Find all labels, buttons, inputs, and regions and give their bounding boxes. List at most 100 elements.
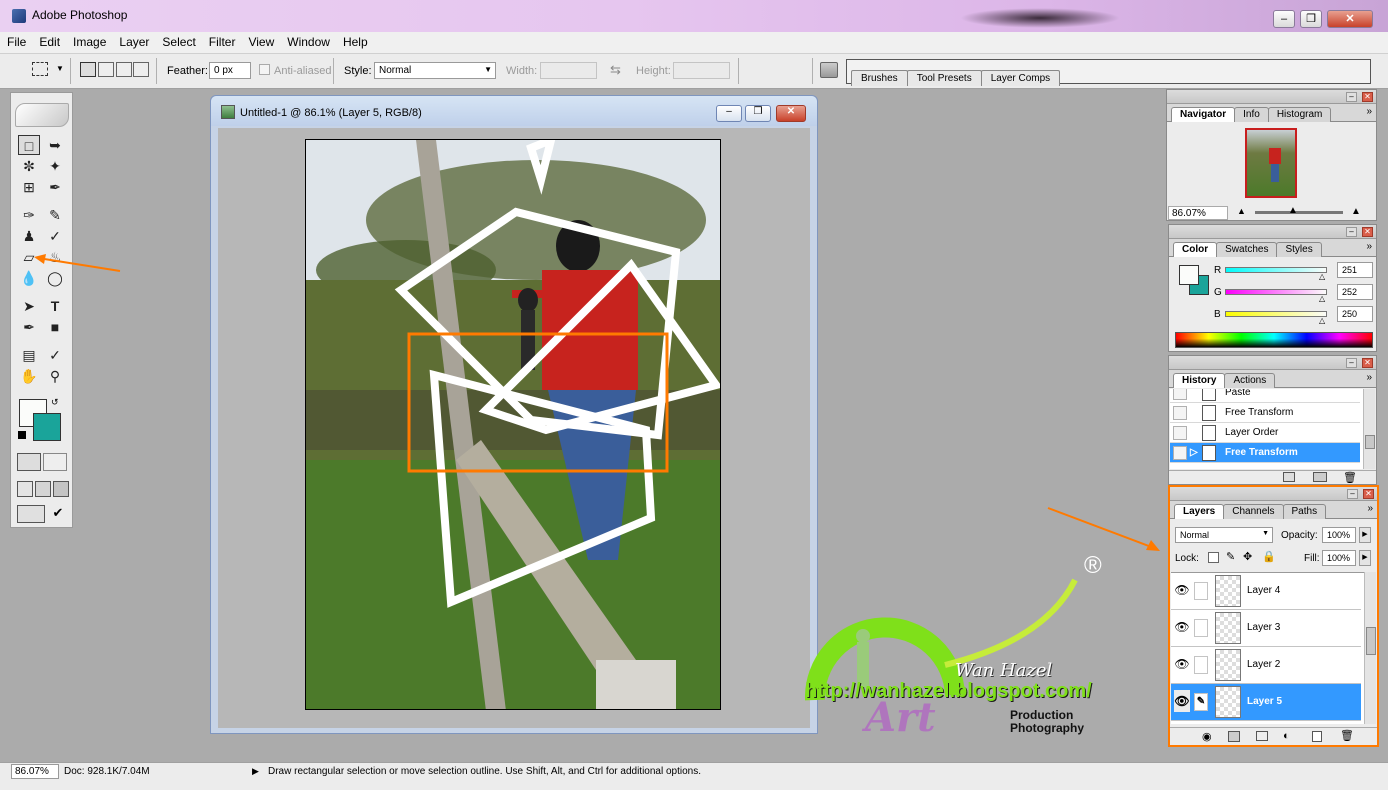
marquee-tool-icon[interactable]: □ [18,135,40,155]
panel-menu-icon[interactable]: » [1366,372,1372,383]
navigator-thumbnail[interactable] [1245,128,1297,198]
intersect-selection-icon[interactable] [133,62,149,77]
crop-tool-icon[interactable]: ⊞ [18,177,40,197]
blend-mode-select[interactable]: Normal ▼ [1175,527,1273,543]
history-source-checkbox[interactable] [1173,426,1187,440]
tab-layers[interactable]: Layers [1174,504,1225,519]
tab-brushes[interactable]: Brushes [851,70,908,86]
magic-wand-icon[interactable]: ✦ [44,156,66,176]
status-menu-arrow-icon[interactable]: ▶ [252,766,259,777]
brush-tool-icon[interactable]: ✎ [44,205,66,225]
layer-row[interactable]: 👁 Layer 2 [1171,647,1361,684]
opacity-arrow-icon[interactable]: ▶ [1359,527,1371,543]
canvas-photo[interactable] [305,139,721,710]
tab-actions[interactable]: Actions [1224,373,1276,388]
menu-view[interactable]: View [241,32,280,49]
quickmask-mode-icon[interactable] [43,453,67,471]
trash-icon[interactable]: 🗑 [1343,471,1357,484]
move-tool-icon[interactable]: ➥ [44,135,66,155]
add-selection-icon[interactable] [98,62,114,77]
layer-row[interactable]: 👁 Layer 3 [1171,610,1361,647]
tab-styles[interactable]: Styles [1276,242,1322,257]
eye-icon[interactable]: 👁 [1174,616,1190,638]
zoom-in-icon[interactable]: ▲ [1351,206,1361,217]
clone-stamp-icon[interactable]: ♟ [18,226,40,246]
background-color-swatch[interactable] [33,413,61,441]
history-scrollbar[interactable] [1363,389,1375,469]
menu-layer[interactable]: Layer [112,32,155,49]
hand-tool-icon[interactable]: ✋ [18,366,40,386]
new-snapshot-icon[interactable] [1313,472,1327,482]
close-button[interactable]: ✕ [1327,10,1373,28]
minimize-button[interactable]: – [1273,10,1295,28]
panel-minimize-icon[interactable]: – [1346,227,1357,237]
feather-input[interactable]: 0 px [209,62,251,79]
zoom-slider-thumb[interactable]: ▲ [1288,205,1298,216]
tab-layer-comps[interactable]: Layer Comps [980,70,1061,86]
history-source-checkbox[interactable] [1173,389,1187,400]
shape-tool-icon[interactable]: ■ [44,317,66,337]
subtract-selection-icon[interactable] [116,62,132,77]
channel-r-slider[interactable] [1225,267,1327,273]
slider-thumb-icon[interactable]: △ [1319,272,1325,281]
menu-filter[interactable]: Filter [202,32,242,49]
color-fg-swatch[interactable] [1179,265,1199,285]
width-input[interactable] [540,62,597,79]
zoom-slider[interactable] [1255,211,1343,214]
history-brush-icon[interactable]: ✓ [44,226,66,246]
panel-menu-icon[interactable]: » [1366,241,1372,252]
swap-colors-icon[interactable]: ↺ [51,397,59,408]
tab-channels[interactable]: Channels [1223,504,1284,519]
panel-menu-icon[interactable]: » [1366,106,1372,117]
panel-close-icon[interactable]: ✕ [1362,358,1373,368]
jump-icon[interactable]: ✔ [49,505,67,523]
tab-color[interactable]: Color [1173,242,1218,257]
tab-history[interactable]: History [1173,373,1226,388]
doc-minimize-button[interactable]: – [716,105,742,122]
panel-minimize-icon[interactable]: – [1346,358,1357,368]
tab-tool-presets[interactable]: Tool Presets [906,70,982,86]
slice-tool-icon[interactable]: ✒ [44,177,66,197]
panel-minimize-icon[interactable]: – [1346,92,1357,102]
default-colors-icon[interactable] [18,431,26,439]
scroll-thumb[interactable] [1366,627,1376,655]
fill-arrow-icon[interactable]: ▶ [1359,550,1371,566]
panel-menu-icon[interactable]: » [1367,503,1373,514]
lasso-tool-icon[interactable]: ✼ [18,156,40,176]
standard-mode-icon[interactable] [17,453,41,471]
status-zoom[interactable]: 86.07% [11,764,59,779]
panel-close-icon[interactable]: ✕ [1363,489,1374,499]
tab-navigator[interactable]: Navigator [1171,107,1236,122]
layer-link-box[interactable] [1194,582,1208,600]
notes-tool-icon[interactable]: ▤ [18,345,40,365]
tab-paths[interactable]: Paths [1282,504,1327,519]
menu-window[interactable]: Window [280,32,336,49]
history-item[interactable]: Layer Order [1170,423,1360,443]
document-titlebar[interactable]: Untitled-1 @ 86.1% (Layer 5, RGB/8) – ❒ … [211,96,817,126]
eye-icon[interactable]: 👁 [1174,579,1190,601]
restore-button[interactable]: ❒ [1300,10,1322,28]
history-item[interactable]: Free Transform [1170,403,1360,423]
channel-b-value[interactable]: 250 [1337,306,1373,322]
history-source-checkbox[interactable] [1173,406,1187,420]
layer-link-box[interactable] [1194,656,1208,674]
preset-dropdown-icon[interactable]: ▼ [56,64,64,73]
layer-mask-icon[interactable] [1228,731,1240,742]
lock-all-icon[interactable]: 🔒 [1262,550,1276,563]
screen-mode-1-icon[interactable] [17,481,33,497]
adjustment-layer-icon[interactable]: ◐ [1283,730,1290,742]
doc-maximize-button[interactable]: ❒ [745,105,771,122]
lock-pixels-icon[interactable]: ✎ [1226,550,1235,563]
new-group-icon[interactable] [1256,731,1268,741]
menu-edit[interactable]: Edit [32,32,66,49]
layers-scrollbar[interactable] [1364,572,1376,724]
layer-row-selected[interactable]: 👁 ✎ Layer 5 [1171,684,1361,721]
menu-image[interactable]: Image [66,32,112,49]
zoom-tool-icon[interactable]: ⚲ [44,366,66,386]
menu-select[interactable]: Select [155,32,201,49]
color-spectrum-bar[interactable] [1175,332,1373,348]
eyedropper-icon[interactable]: ✓ [44,345,66,365]
menu-help[interactable]: Help [336,32,374,49]
lock-position-icon[interactable]: ✥ [1243,550,1252,563]
channel-b-slider[interactable] [1225,311,1327,317]
